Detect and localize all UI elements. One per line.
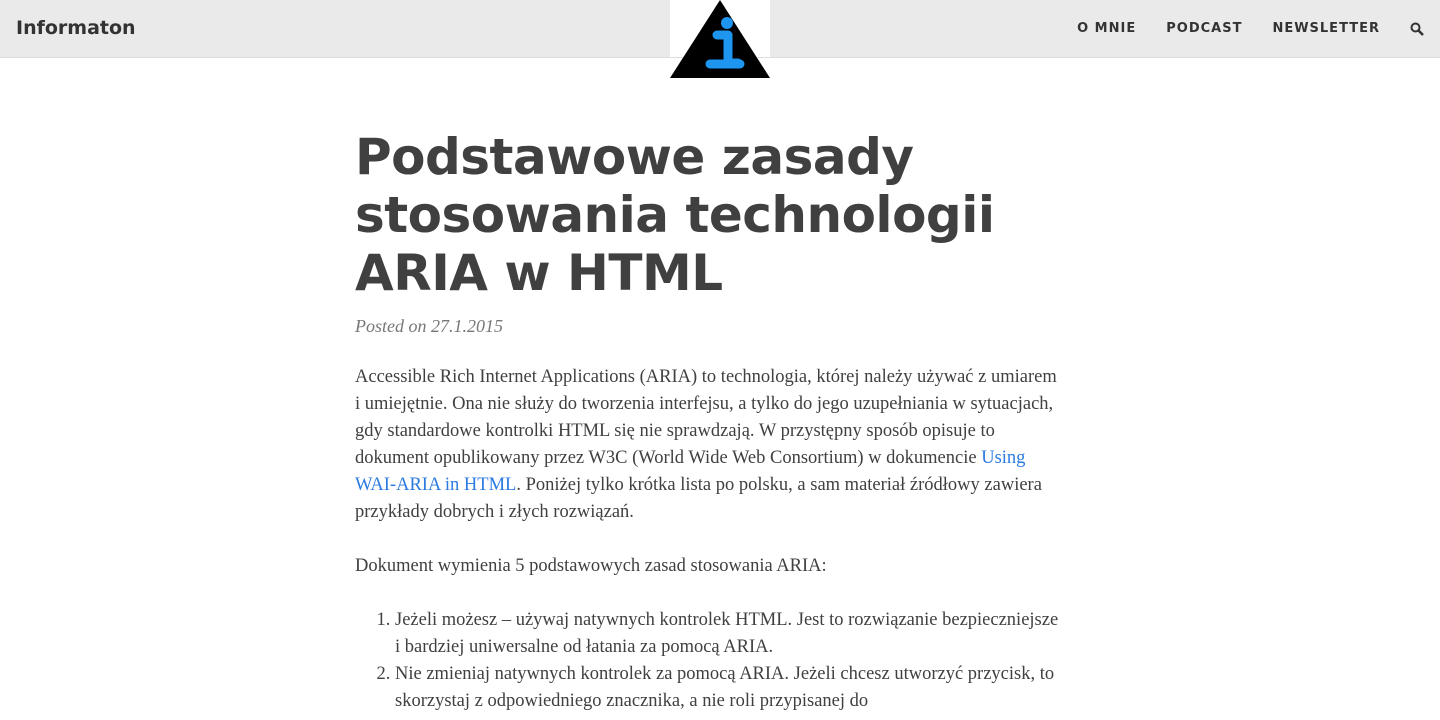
- nav-newsletter[interactable]: NEWSLETTER: [1272, 21, 1380, 36]
- nav-podcast[interactable]: PODCAST: [1166, 21, 1242, 36]
- brand-link[interactable]: Informaton: [16, 17, 136, 39]
- search-icon[interactable]: [1410, 22, 1424, 36]
- info-triangle-icon: [670, 0, 770, 78]
- post-title: Podstawowe zasady stosowania technologii…: [355, 128, 995, 302]
- list-item: Nie zmieniaj natywnych kontrolek za pomo…: [395, 661, 1065, 715]
- list-item: Jeżeli możesz – używaj natywnych kontrol…: [395, 607, 1065, 661]
- intro-paragraph: Accessible Rich Internet Applications (A…: [355, 364, 1065, 526]
- post-content: Podstawowe zasady stosowania technologii…: [355, 128, 1065, 715]
- main-nav: O MNIE PODCAST NEWSLETTER: [1077, 21, 1424, 36]
- text: Accessible Rich Internet Applications (A…: [355, 367, 1057, 468]
- paragraph: Dokument wymienia 5 podstawowych zasad s…: [355, 556, 827, 576]
- aria-rules-list: Jeżeli możesz – używaj natywnych kontrol…: [355, 607, 1065, 715]
- post-date: Posted on 27.1.2015: [355, 316, 503, 336]
- nav-o-mnie[interactable]: O MNIE: [1077, 21, 1136, 36]
- site-header: Informaton O MNIE PODCAST NEWSLETTER: [0, 0, 1440, 78]
- site-logo[interactable]: [670, 0, 770, 78]
